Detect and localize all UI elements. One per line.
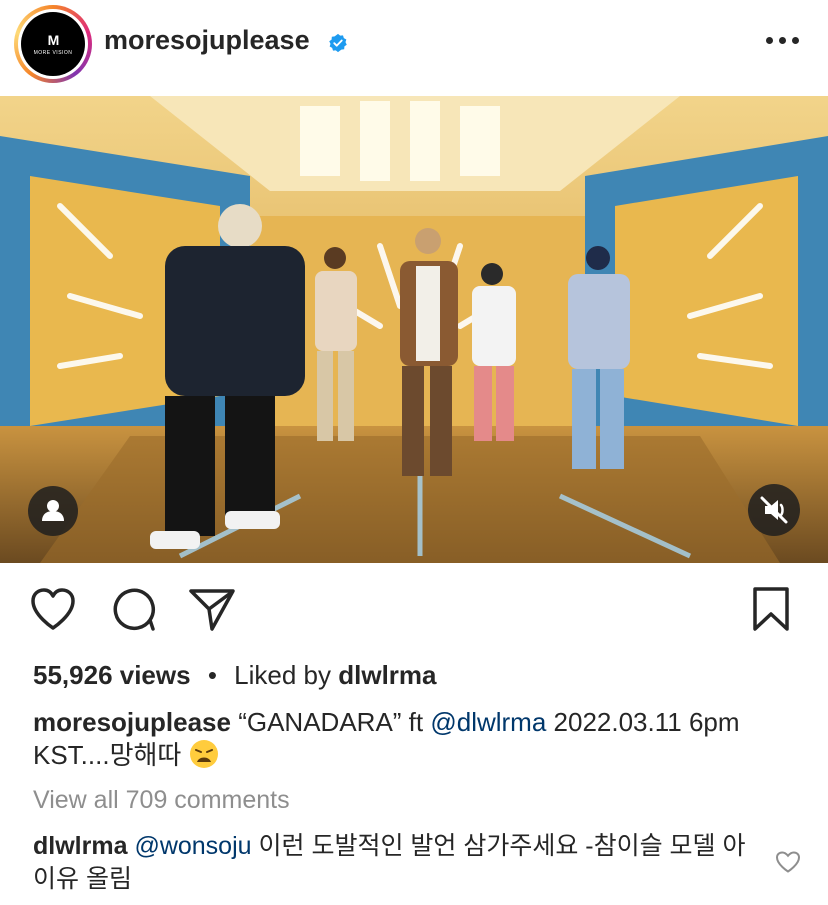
small-heart-icon[interactable]: [775, 850, 801, 874]
avatar-logo-text: MORE VISION: [33, 50, 73, 56]
avatar[interactable]: M MORE VISION: [18, 9, 88, 79]
speaker-muted-icon: [760, 496, 788, 524]
liked-by-prefix: Liked by: [234, 660, 331, 690]
tag-people-button[interactable]: [28, 486, 78, 536]
bookmark-icon[interactable]: [752, 586, 790, 632]
more-dot: [766, 37, 773, 44]
caption-text: “GANADARA” ft: [230, 707, 431, 737]
avatar-logo-mark: M: [47, 32, 60, 48]
action-bar: [0, 586, 828, 638]
separator-dot: •: [207, 660, 217, 690]
mute-toggle-button[interactable]: [748, 484, 800, 536]
post-video[interactable]: [0, 96, 828, 563]
post-username[interactable]: moresojuplease: [104, 25, 310, 56]
post-header: M MORE VISION moresojuplease: [0, 0, 828, 96]
views-count[interactable]: 55,926 views: [33, 660, 191, 690]
post-caption: moresojuplease “GANADARA” ft @dlwlrma 20…: [33, 706, 793, 772]
view-all-comments-link[interactable]: View all 709 comments: [33, 786, 290, 815]
more-dot: [792, 37, 799, 44]
video-frame: [0, 96, 828, 563]
profile-avatar-ring[interactable]: M MORE VISION: [14, 5, 92, 83]
more-dot: [779, 37, 786, 44]
comment: dlwlrma @wonsoju 이런 도발적인 발언 삼가주세요 -참이슬 모…: [33, 830, 753, 896]
weary-face-emoji-icon: [189, 740, 218, 768]
comment-mention[interactable]: @wonsoju: [134, 832, 251, 860]
verified-badge-icon: [329, 33, 347, 53]
heart-icon[interactable]: [29, 586, 77, 632]
caption-mention[interactable]: @dlwlrma: [430, 707, 546, 737]
comment-icon[interactable]: [110, 586, 156, 632]
user-tag-icon: [42, 500, 64, 521]
liked-by-user[interactable]: dlwlrma: [338, 660, 436, 690]
views-liked-line: 55,926 views • Liked by dlwlrma: [33, 660, 436, 691]
avatar-logo: M MORE VISION: [21, 12, 85, 76]
more-options-button[interactable]: [766, 36, 800, 46]
send-icon[interactable]: [188, 586, 236, 632]
comment-username[interactable]: dlwlrma: [33, 832, 127, 860]
caption-username[interactable]: moresojuplease: [33, 707, 231, 737]
